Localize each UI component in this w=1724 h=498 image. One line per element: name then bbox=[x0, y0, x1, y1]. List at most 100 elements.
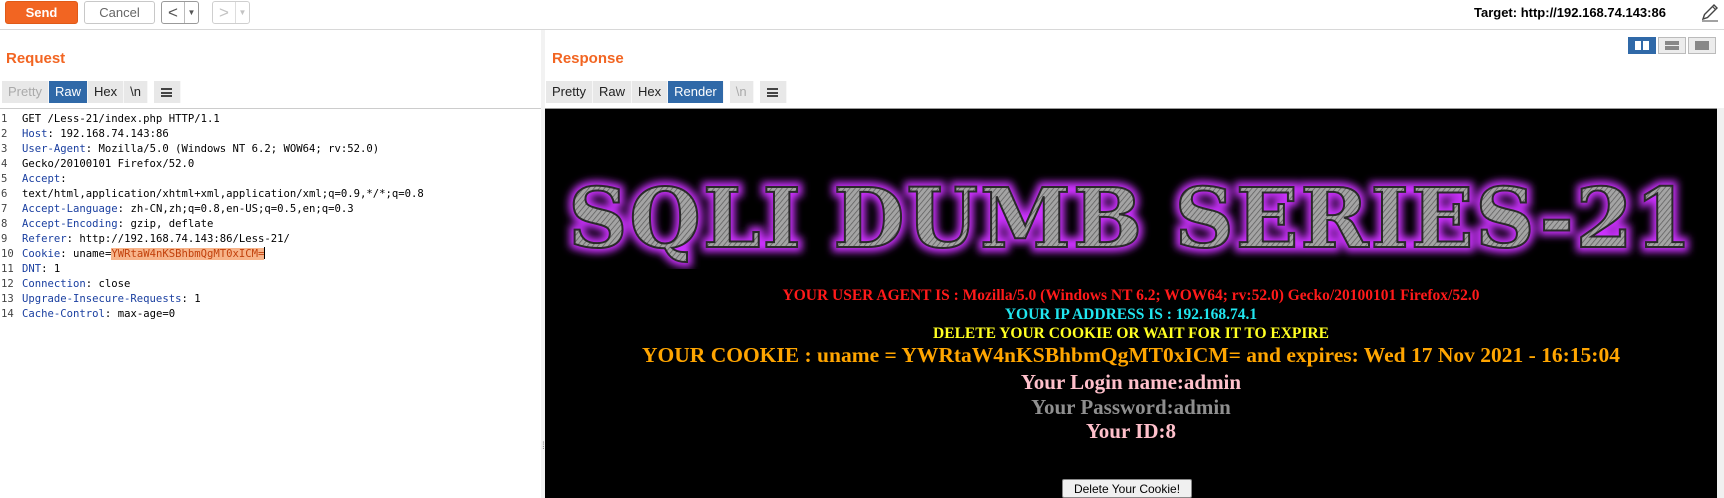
header-value: 192.168.74.143:86 bbox=[53, 128, 169, 140]
response-tab-hex[interactable]: Hex bbox=[631, 81, 669, 103]
header-name: Cache-Control bbox=[22, 308, 105, 320]
send-button[interactable]: Send bbox=[5, 1, 78, 24]
response-panel: Response Pretty Raw Hex Render \n SQLI D… bbox=[545, 30, 1724, 498]
line-number: 8 bbox=[1, 218, 8, 230]
tabbed-layout-icon[interactable] bbox=[1688, 37, 1716, 54]
header-name: Referer bbox=[22, 233, 67, 245]
line-number: 13 bbox=[1, 293, 14, 305]
user-id-line: Your ID:8 bbox=[1085, 419, 1177, 443]
header-value: Mozilla/5.0 (Windows NT 6.2; WOW64; rv:5… bbox=[92, 143, 380, 155]
top-toolbar: Send Cancel < ▼ > ▼ Target: http://192.1… bbox=[0, 0, 1724, 30]
layout-view-toggle bbox=[1626, 37, 1716, 54]
request-line: GET /Less-21/index.php HTTP/1.1 bbox=[22, 112, 541, 127]
line-number: 10 bbox=[1, 248, 14, 260]
back-history-dropdown-icon[interactable]: ▼ bbox=[184, 2, 198, 23]
request-tab-pretty[interactable]: Pretty bbox=[2, 81, 49, 103]
hamburger-menu-icon bbox=[767, 87, 779, 97]
request-line: text/html,application/xhtml+xml,applicat… bbox=[22, 187, 541, 202]
line-number: 11 bbox=[1, 263, 14, 275]
line-number: 3 bbox=[1, 143, 8, 155]
request-line-text: Gecko/20100101 Firefox/52.0 bbox=[22, 158, 195, 170]
request-tab-newline[interactable]: \n bbox=[124, 81, 148, 103]
hamburger-menu-icon bbox=[161, 87, 173, 97]
request-line: Cache-Control: max-age=0 bbox=[22, 307, 541, 322]
side-by-side-layout-icon[interactable] bbox=[1628, 37, 1656, 54]
text-caret bbox=[264, 247, 266, 259]
password-line: Your Password:admin bbox=[1031, 395, 1231, 419]
delete-cookie-button[interactable]: Delete Your Cookie! bbox=[1062, 479, 1192, 498]
line-number: 12 bbox=[1, 278, 14, 290]
header-name: Cookie bbox=[22, 248, 61, 260]
header-name: Accept bbox=[22, 173, 61, 185]
line-number: 14 bbox=[1, 308, 14, 320]
forward-nav-group: > ▼ bbox=[212, 1, 250, 24]
ip-address-line: YOUR IP ADDRESS IS : 192.168.74.1 bbox=[1004, 306, 1258, 323]
delete-cookie-notice: DELETE YOUR COOKIE OR WAIT FOR IT TO EXP… bbox=[933, 325, 1329, 342]
rendered-response: SQLI DUMB SERIES-21 SQLI DUMB SERIES-21 … bbox=[545, 108, 1717, 498]
header-name: Accept-Encoding bbox=[22, 218, 118, 230]
stacked-layout-icon[interactable] bbox=[1658, 37, 1686, 54]
header-name: DNT bbox=[22, 263, 42, 275]
header-name: Connection bbox=[22, 278, 86, 290]
response-title: Response bbox=[552, 50, 624, 67]
login-name-line: Your Login name:admin bbox=[1020, 370, 1242, 394]
request-text[interactable]: GET /Less-21/index.php HTTP/1.1 Host: 192… bbox=[22, 112, 541, 322]
response-tab-newline[interactable]: \n bbox=[729, 81, 754, 103]
request-tab-raw[interactable]: Raw bbox=[48, 81, 88, 103]
response-tab-pretty[interactable]: Pretty bbox=[546, 81, 593, 103]
line-number: 5 bbox=[1, 173, 8, 185]
forward-history-dropdown-icon[interactable]: ▼ bbox=[235, 2, 249, 23]
line-number: 6 bbox=[1, 188, 8, 200]
request-line: DNT: 1 bbox=[22, 262, 541, 277]
line-number: 9 bbox=[1, 233, 8, 245]
forward-arrow-icon[interactable]: > bbox=[213, 2, 235, 23]
header-name: User-Agent bbox=[22, 143, 86, 155]
line-number-gutter: 1 2 3 4 5 6 7 8 9 10 11 12 13 14 bbox=[0, 112, 20, 322]
request-line: User-Agent: Mozilla/5.0 (Windows NT 6.2;… bbox=[22, 142, 541, 157]
request-line: Connection: close bbox=[22, 277, 541, 292]
back-nav-group: < ▼ bbox=[161, 1, 199, 24]
header-value: max-age=0 bbox=[111, 308, 176, 320]
request-line: Gecko/20100101 Firefox/52.0 bbox=[22, 157, 541, 172]
header-value: uname= bbox=[66, 248, 112, 260]
cancel-button[interactable]: Cancel bbox=[84, 1, 155, 24]
request-title: Request bbox=[6, 50, 66, 67]
request-line-text: GET /Less-21/index.php HTTP/1.1 bbox=[22, 113, 220, 125]
request-line: Accept-Encoding: gzip, deflate bbox=[22, 217, 541, 232]
svg-text:SQLI DUMB SERIES-21: SQLI DUMB SERIES-21 bbox=[568, 171, 1694, 267]
request-line: Cookie: uname=YWRtaW4nKSBhbmQgMT0xICM= bbox=[22, 247, 541, 262]
response-scrollbar[interactable] bbox=[1717, 108, 1724, 498]
header-value: close bbox=[92, 278, 131, 290]
header-value: gzip, deflate bbox=[124, 218, 214, 230]
request-line: Referer: http://192.168.74.143:86/Less-2… bbox=[22, 232, 541, 247]
request-line: Host: 192.168.74.143:86 bbox=[22, 127, 541, 142]
request-menu-button[interactable] bbox=[153, 81, 181, 103]
header-value: zh-CN,zh;q=0.8,en-US;q=0.5,en;q=0.3 bbox=[124, 203, 354, 215]
cookie-info-line: YOUR COOKIE : uname = YWRtaW4nKSBhbmQgMT… bbox=[642, 343, 1620, 367]
request-panel: Request Pretty Raw Hex \n 1 2 3 4 5 6 7 8 9 10 11 1… bbox=[0, 30, 541, 498]
request-view-tabs: Pretty Raw Hex \n bbox=[2, 81, 181, 103]
header-value: http://192.168.74.143:86/Less-21/ bbox=[73, 233, 290, 245]
header-value: 1 bbox=[187, 293, 201, 305]
sqli-banner-logo: SQLI DUMB SERIES-21 SQLI DUMB SERIES-21 bbox=[563, 166, 1697, 269]
response-tab-raw[interactable]: Raw bbox=[592, 81, 632, 103]
cookie-payload-highlight[interactable]: YWRtaW4nKSBhbmQgMT0xICM= bbox=[111, 248, 265, 260]
edit-target-pencil-icon[interactable] bbox=[1700, 2, 1720, 22]
request-raw-editor[interactable]: 1 2 3 4 5 6 7 8 9 10 11 12 13 14 GET /Less-21/index.p… bbox=[0, 108, 541, 498]
response-view-tabs: Pretty Raw Hex Render \n bbox=[546, 81, 787, 103]
line-number: 2 bbox=[1, 128, 8, 140]
user-agent-line: YOUR USER AGENT IS : Mozilla/5.0 (Window… bbox=[782, 287, 1480, 304]
request-line-text: text/html,application/xhtml+xml,applicat… bbox=[22, 188, 424, 200]
request-line: Accept: bbox=[22, 172, 541, 187]
response-menu-button[interactable] bbox=[759, 81, 787, 103]
response-tab-render[interactable]: Render bbox=[668, 81, 724, 103]
line-number: 7 bbox=[1, 203, 8, 215]
header-name: Host bbox=[22, 128, 48, 140]
header-value: 1 bbox=[47, 263, 61, 275]
header-name: Accept-Language bbox=[22, 203, 118, 215]
header-colon: : bbox=[60, 173, 67, 185]
request-tab-hex[interactable]: Hex bbox=[87, 81, 125, 103]
back-arrow-icon[interactable]: < bbox=[162, 2, 184, 23]
line-number: 4 bbox=[1, 158, 8, 170]
line-number: 1 bbox=[1, 113, 8, 125]
